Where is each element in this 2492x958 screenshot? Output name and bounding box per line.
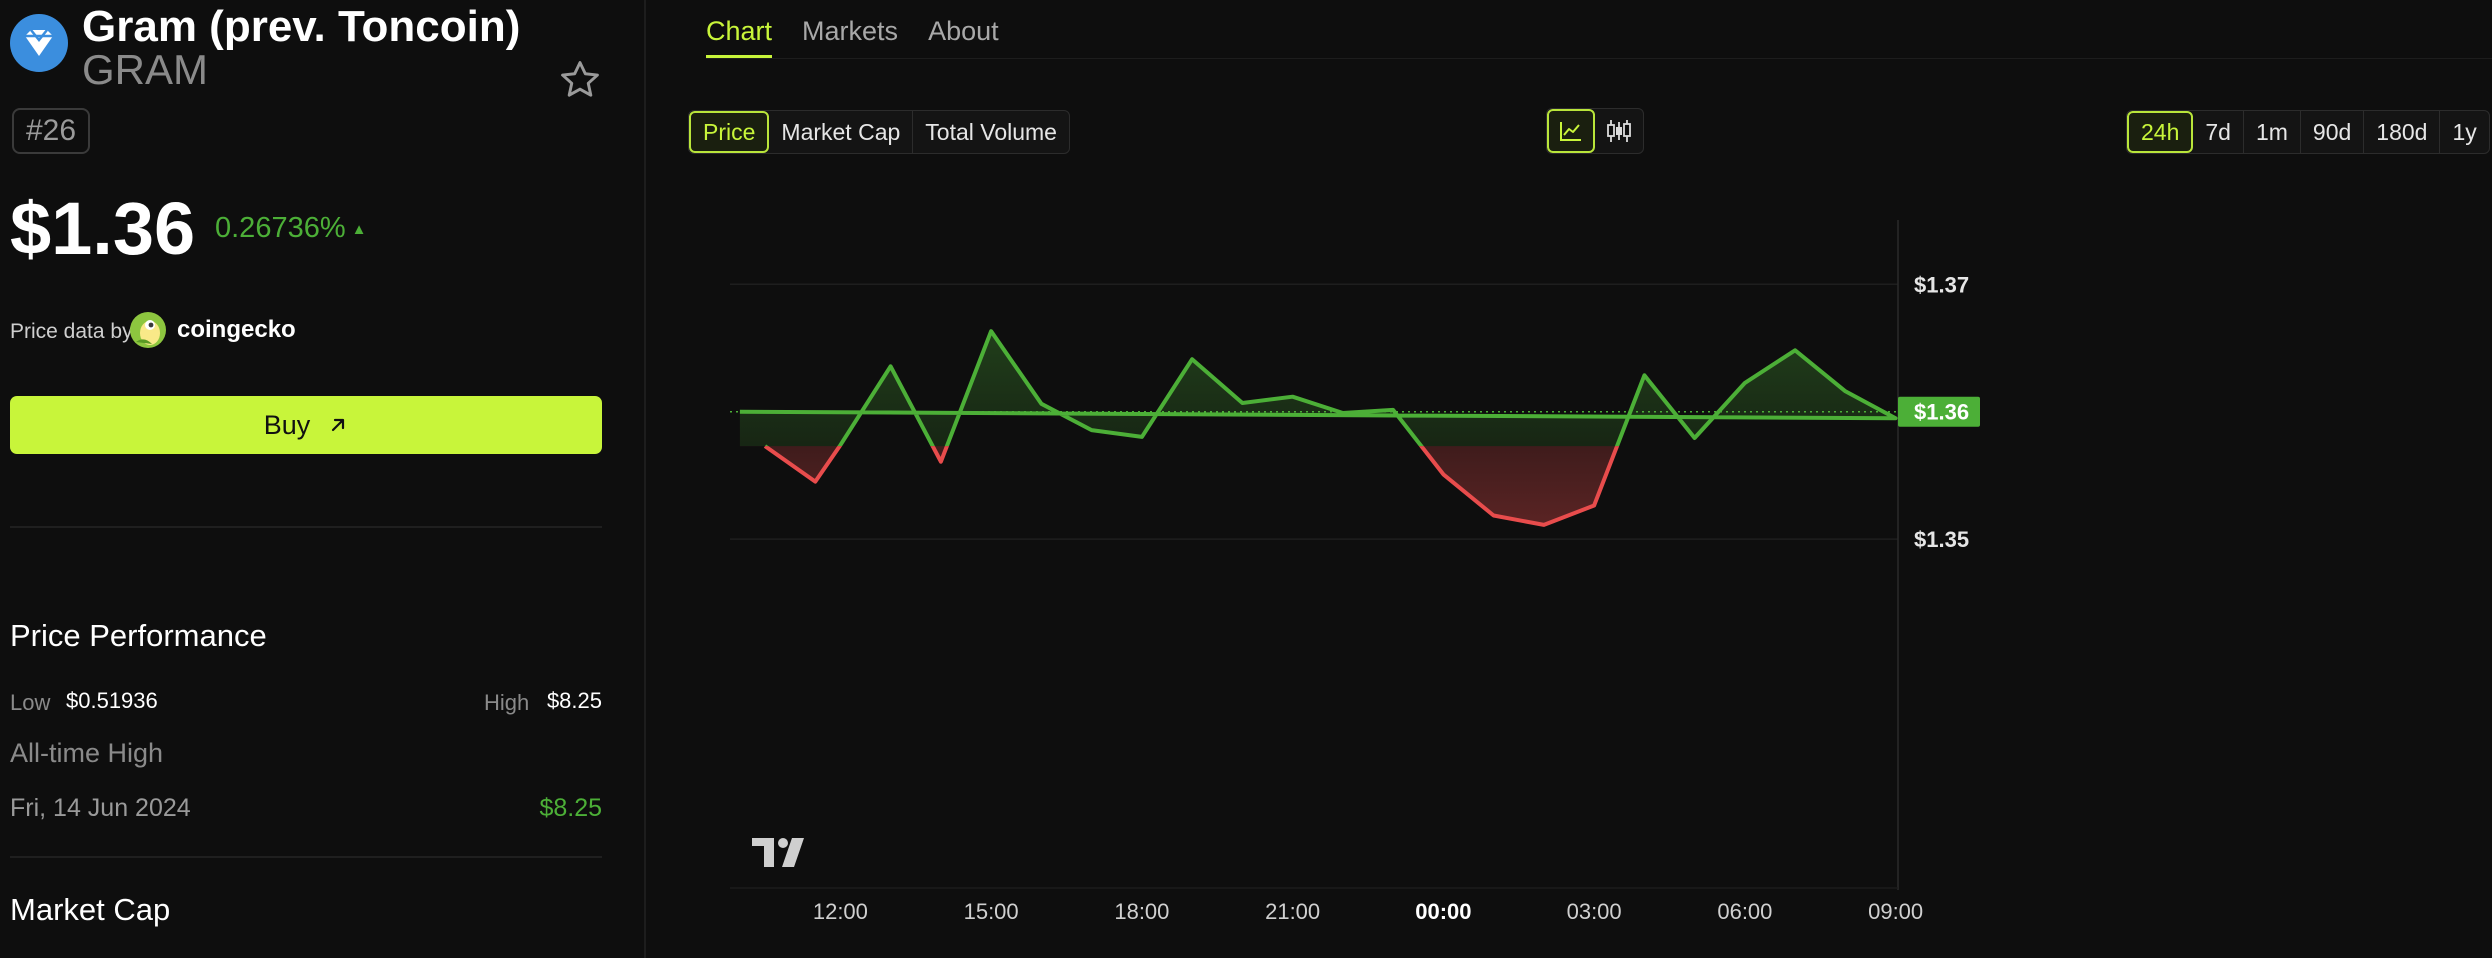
area-above-baseline [739, 331, 1896, 447]
line-chart-button[interactable] [1547, 109, 1595, 153]
price-data-label: Price data by [10, 320, 133, 343]
ath-label: All-time High [10, 738, 164, 768]
time-axis-label: 21:00 [1265, 899, 1320, 924]
coingecko-logo-icon [130, 312, 166, 348]
price-change-value: 0.26736% [215, 212, 346, 244]
price-data-source[interactable]: coingecko [177, 316, 296, 344]
metric-toggle: Price Market Cap Total Volume [688, 110, 1070, 154]
buy-button[interactable]: Buy [10, 396, 602, 454]
ath-date: Fri, 14 Jun 2024 [10, 794, 191, 822]
tab-markets[interactable]: Markets [802, 0, 898, 56]
coin-name: Gram (prev. Toncoin) [82, 2, 521, 51]
area-below-baseline [765, 446, 1618, 525]
range-1m-button[interactable]: 1m [2244, 111, 2301, 153]
chart-panel: Chart Markets About Price Market Cap Tot… [646, 0, 2492, 958]
time-axis-label: 06:00 [1717, 899, 1772, 924]
range-7d-button[interactable]: 7d [2193, 111, 2244, 153]
up-arrow-icon: ▲ [351, 220, 367, 238]
divider [10, 856, 602, 858]
series-line-down [763, 446, 1620, 527]
time-axis-label: 12:00 [813, 899, 868, 924]
low-label: Low [10, 690, 51, 715]
tab-about[interactable]: About [928, 0, 999, 56]
time-axis-label: 18:00 [1114, 899, 1169, 924]
high-value: $8.25 [546, 688, 602, 713]
current-price-tag-label: $1.36 [1914, 400, 1969, 425]
candlestick-button[interactable] [1595, 109, 1643, 153]
metric-market-cap-button[interactable]: Market Cap [769, 111, 914, 153]
time-axis-label: 00:00 [1415, 899, 1471, 924]
price-axis-label: $1.35 [1914, 527, 1969, 552]
rank-badge: #26 [12, 108, 90, 154]
time-axis-label: 09:00 [1868, 899, 1923, 924]
range-180d-button[interactable]: 180d [2364, 111, 2441, 153]
series-line-up [739, 329, 1898, 447]
time-axis-label: 03:00 [1567, 899, 1622, 924]
price-performance-title: Price Performance [10, 618, 267, 653]
tradingview-logo-icon [752, 838, 804, 867]
star-icon[interactable] [558, 58, 602, 102]
price-axis-label: $1.37 [1914, 272, 1969, 297]
tab-chart[interactable]: Chart [706, 0, 773, 58]
range-1y-button[interactable]: 1y [2440, 111, 2488, 153]
candlestick-icon [1607, 120, 1631, 142]
coin-ticker: GRAM [82, 46, 208, 93]
divider [10, 526, 602, 528]
price-chart[interactable]: $1.37 $1.35 $1.36 12:00 15:00 18:00 21:00 00:00… [646, 200, 2492, 958]
range-24h-button[interactable]: 24h [2127, 111, 2194, 153]
market-cap-title: Market Cap [10, 892, 171, 927]
buy-button-label: Buy [263, 409, 311, 440]
high-label: High [484, 690, 530, 715]
external-arrow-icon [332, 418, 345, 432]
current-price: $1.36 [10, 187, 196, 270]
metric-total-volume-button[interactable]: Total Volume [913, 111, 1069, 153]
price-change: 0.26736% ▲ [215, 212, 366, 245]
coin-sidebar: Gram (prev. Toncoin) GRAM #26 $1.36 0.26… [0, 0, 646, 958]
range-toggle: 24h 7d 1m 90d 180d 1y [2126, 110, 2490, 154]
line-chart-icon [1560, 122, 1581, 141]
tab-bar: Chart Markets About [706, 0, 999, 58]
gram-logo-icon [10, 14, 68, 72]
tab-divider [706, 58, 2492, 59]
time-axis-label: 15:00 [964, 899, 1019, 924]
range-90d-button[interactable]: 90d [2301, 111, 2365, 153]
low-value: $0.51936 [66, 688, 158, 713]
metric-price-button[interactable]: Price [689, 111, 770, 153]
ath-value: $8.25 [539, 794, 602, 822]
chart-type-toggle [1546, 108, 1644, 154]
